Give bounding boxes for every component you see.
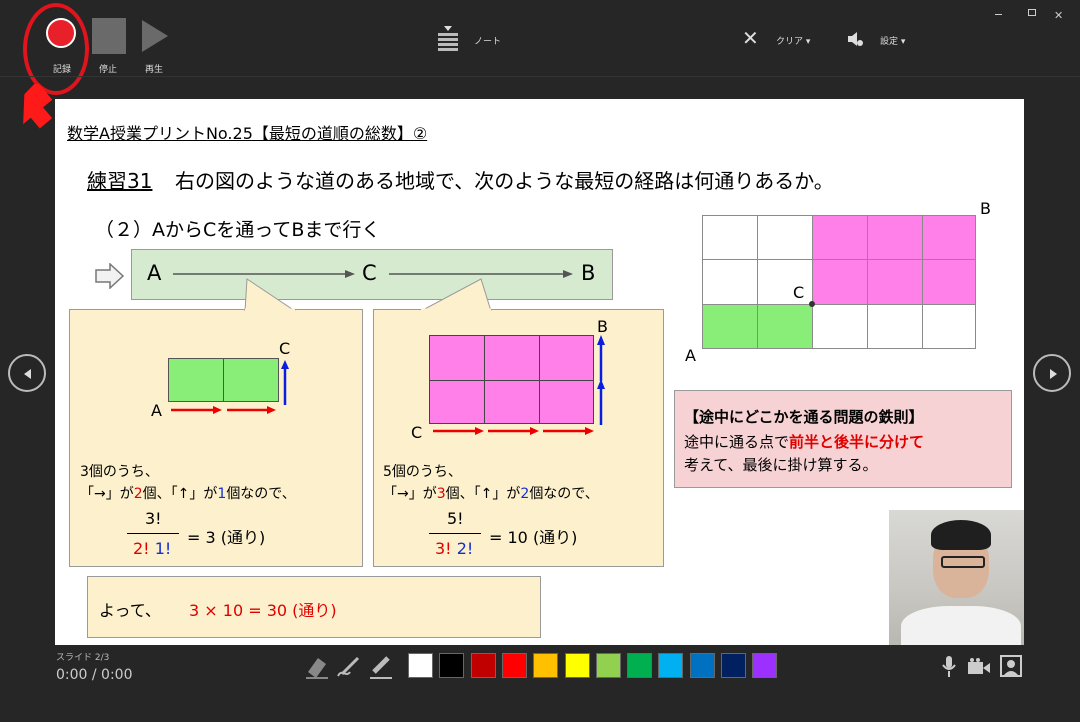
notes-label: ノート	[474, 37, 502, 47]
rule-title: 【途中にどこかを通る問題の鉄則】	[684, 408, 924, 426]
toolbar-divider	[0, 76, 1080, 77]
grid-cell	[757, 215, 813, 260]
camera-button[interactable]	[966, 657, 992, 677]
grid-cell	[757, 304, 813, 349]
microphone-button[interactable]	[940, 655, 958, 679]
grid-cell	[702, 215, 758, 260]
close-icon: ✕	[1054, 9, 1064, 22]
settings-button[interactable]: 設定 ▾	[846, 30, 926, 50]
highlighter-icon	[370, 656, 392, 679]
right-result: = 10 (通り)	[489, 528, 578, 547]
right-line2: 「→」が3個、「↑」が2個なので、	[383, 486, 599, 502]
left-denominator: 2! 1!	[133, 539, 172, 558]
webcam-shirt	[901, 606, 1021, 645]
grid-cell	[702, 304, 758, 349]
clear-icon: ✕	[742, 26, 759, 50]
left-line2: 「→」が2個、「↑」が1個なので、	[80, 486, 296, 502]
stop-button[interactable]: 停止	[88, 14, 128, 75]
clear-button[interactable]: ✕ クリア ▾	[742, 26, 822, 50]
chevron-left-icon	[24, 369, 31, 379]
grid-cell	[922, 259, 976, 305]
grid-cell	[812, 259, 868, 305]
person-icon	[1000, 655, 1022, 677]
conclusion-prefix: よって、	[99, 601, 161, 620]
grid-label-c: C	[793, 283, 805, 302]
webcam-preview	[889, 510, 1024, 645]
color-swatch[interactable]	[658, 653, 684, 678]
highlighter-button[interactable]	[368, 654, 394, 680]
prev-slide-button[interactable]	[8, 354, 46, 392]
right-label-b: B	[597, 317, 608, 336]
grid-cell	[812, 304, 868, 349]
restore-icon	[1028, 9, 1036, 16]
right-line1: 5個のうち、	[383, 464, 462, 480]
chevron-right-icon	[1050, 369, 1057, 379]
notes-icon	[438, 26, 458, 51]
camera-preview-button[interactable]	[1000, 655, 1022, 677]
next-slide-button[interactable]	[1033, 354, 1071, 392]
right-denominator: 3! 2!	[435, 539, 474, 558]
eraser-icon	[306, 658, 328, 679]
color-swatch[interactable]	[501, 653, 527, 678]
minimize-button[interactable]	[994, 8, 1004, 18]
right-label-c: C	[411, 423, 423, 442]
left-fraction-bar	[127, 533, 179, 534]
webcam-glasses	[941, 556, 985, 568]
color-swatch[interactable]	[564, 653, 590, 678]
highlight-ellipse	[23, 3, 89, 95]
pen-button[interactable]	[336, 654, 362, 680]
notes-button[interactable]: ノート	[436, 26, 506, 52]
grid-cell	[812, 215, 868, 260]
right-fraction-bar	[429, 533, 481, 534]
grid-cell	[867, 259, 923, 305]
color-swatch[interactable]	[439, 653, 465, 678]
slide-counter: スライド 2/3	[56, 653, 110, 663]
color-swatch[interactable]	[595, 653, 621, 678]
time-display: 0:00 / 0:00	[56, 667, 133, 683]
grid-cell	[867, 304, 923, 349]
left-result: = 3 (通り)	[187, 528, 266, 547]
conclusion-formula: 3 × 10 = 30 (通り)	[189, 601, 337, 620]
right-numerator: 5!	[447, 509, 464, 528]
grid-cell	[922, 215, 976, 260]
play-button[interactable]: 再生	[134, 14, 174, 75]
settings-label: 設定 ▾	[880, 37, 906, 47]
grid-label-b: B	[980, 199, 991, 218]
play-label: 再生	[144, 65, 163, 75]
color-swatch[interactable]	[470, 653, 496, 678]
color-swatch[interactable]	[627, 653, 653, 678]
eraser-button[interactable]	[304, 654, 330, 680]
webcam-hair	[931, 520, 991, 550]
grid-point-c	[809, 301, 815, 307]
stop-icon	[92, 18, 126, 54]
restore-button[interactable]	[1026, 6, 1038, 18]
grid-cell	[867, 215, 923, 260]
color-swatch[interactable]	[721, 653, 746, 678]
color-swatch[interactable]	[689, 653, 715, 678]
rule-line1: 途中に通る点で前半と後半に分けて	[684, 433, 925, 451]
settings-icon	[848, 32, 863, 46]
left-line1: 3個のうち、	[80, 464, 159, 480]
close-button[interactable]: ✕	[1054, 4, 1068, 22]
grid-cell	[702, 259, 758, 305]
grid-label-a: A	[685, 346, 696, 365]
camera-icon	[968, 658, 990, 674]
color-swatch[interactable]	[533, 653, 559, 678]
pen-icon	[337, 656, 360, 677]
grid-cell	[922, 304, 976, 349]
color-swatch[interactable]	[752, 653, 778, 678]
rule-line2: 考えて、最後に掛け算する。	[684, 456, 878, 474]
right-path-arrows	[433, 335, 605, 435]
clear-label: クリア ▾	[776, 37, 811, 47]
color-swatch[interactable]	[408, 653, 433, 678]
left-numerator: 3!	[145, 509, 162, 528]
stop-label: 停止	[98, 65, 117, 75]
grid-cell	[757, 259, 813, 305]
microphone-icon	[942, 656, 956, 677]
minimize-icon	[995, 14, 1002, 15]
play-icon	[142, 20, 168, 52]
slide-canvas: 数学A授業プリントNo.25【最短の道順の総数】② 練習31 右の図のような道の…	[55, 99, 1024, 645]
